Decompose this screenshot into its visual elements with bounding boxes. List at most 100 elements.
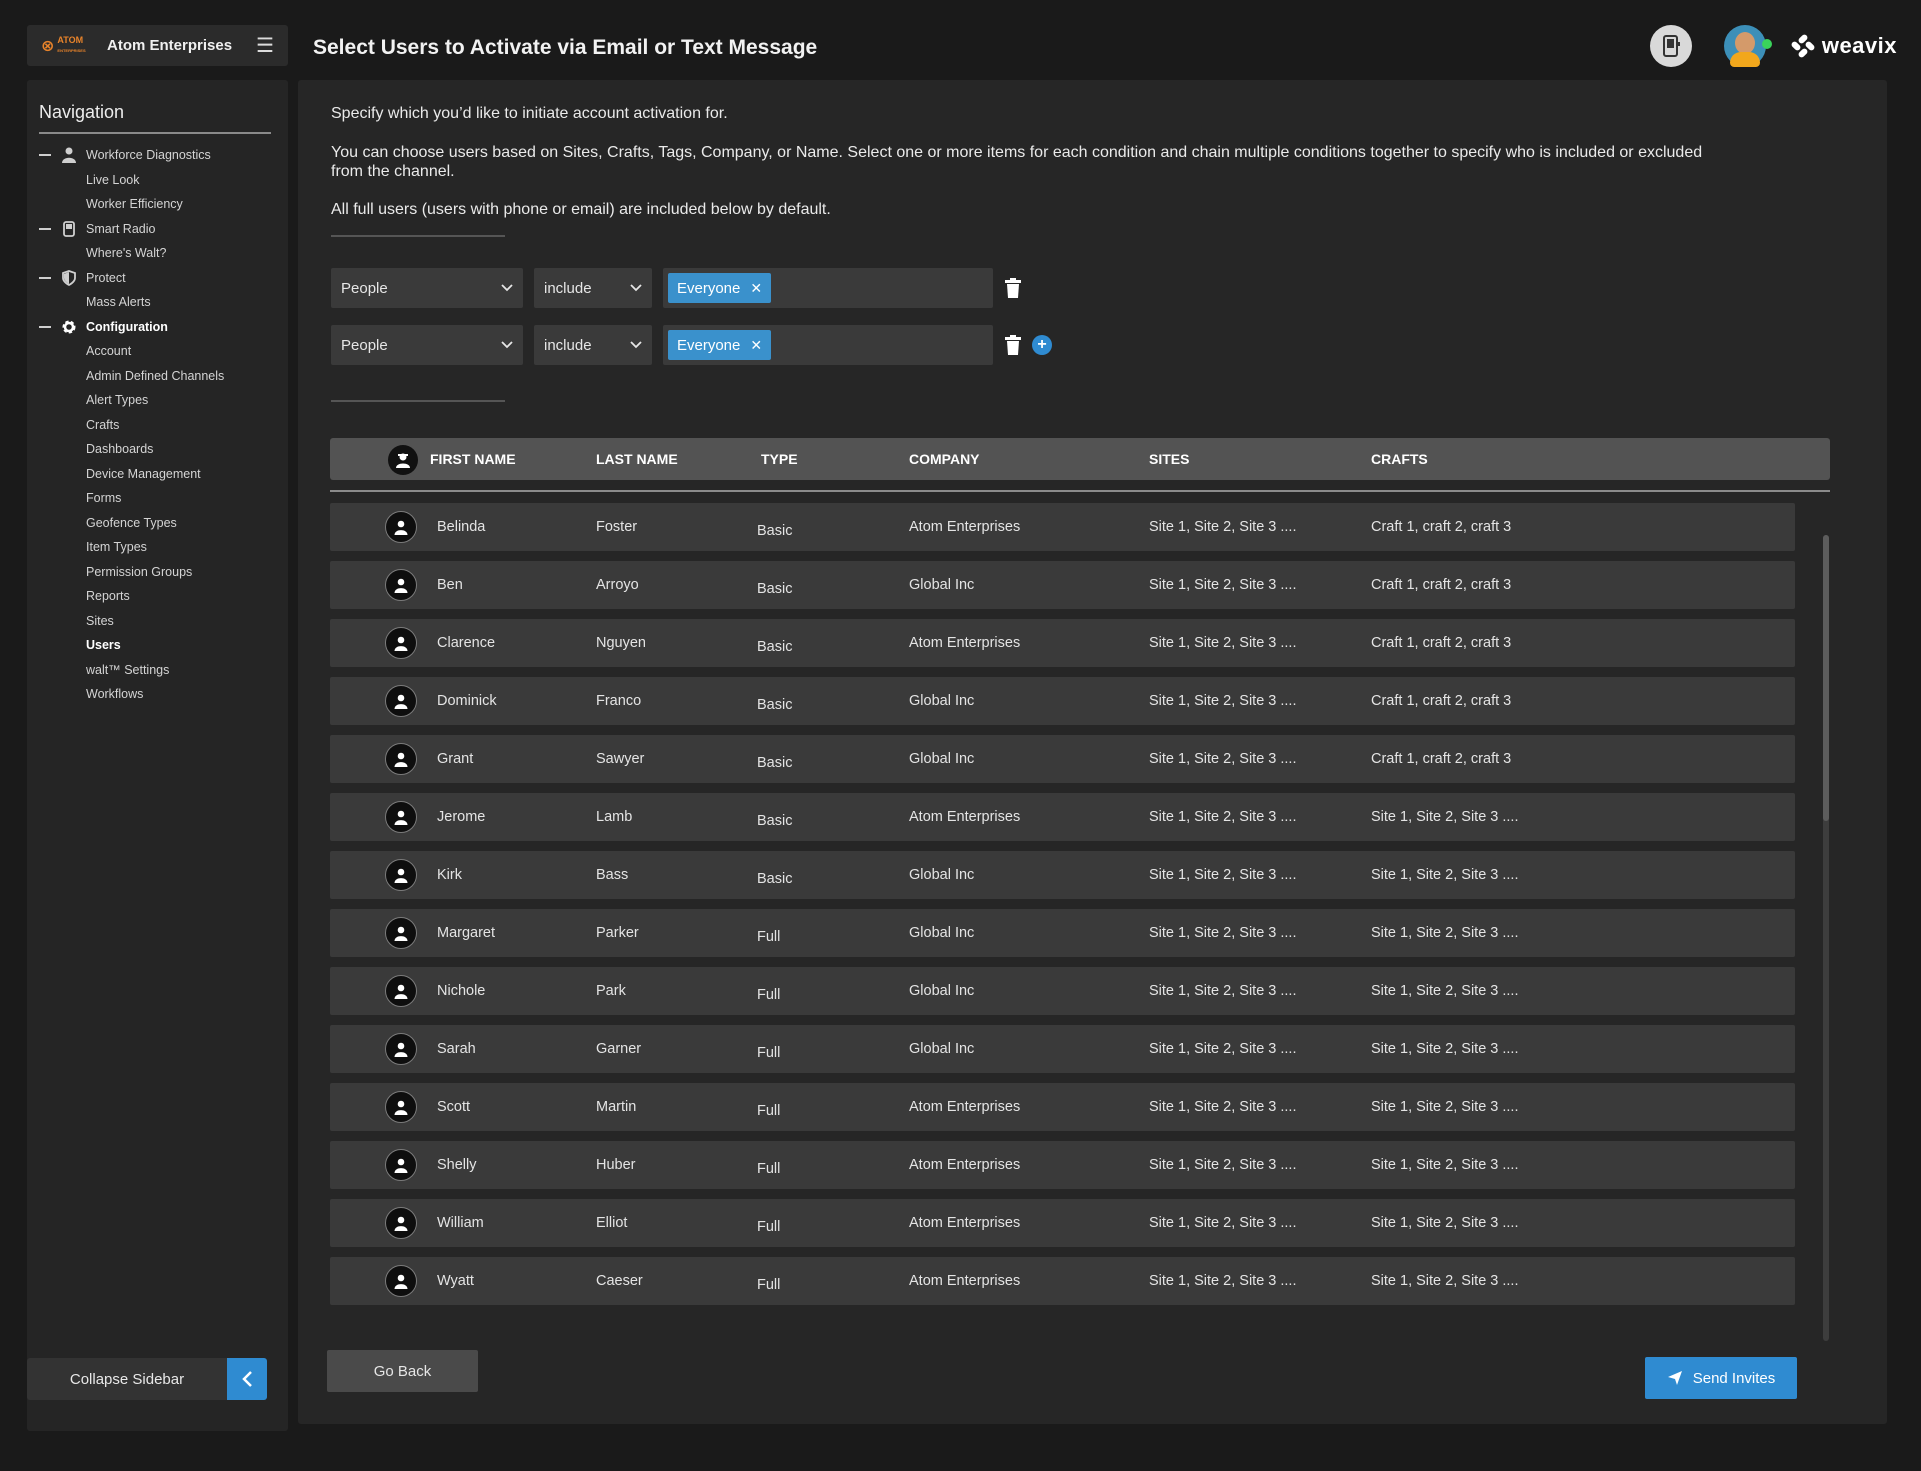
table-row[interactable]: Shelly Huber Full Atom Enterprises Site 1, S… [330,1141,1795,1189]
table-row[interactable]: Wyatt Caeser Full Atom Enterprises Site 1, S… [330,1257,1795,1305]
user-avatar[interactable] [1723,25,1772,67]
filter-tag-label: Everyone [677,336,741,354]
sidebar-item-walt-settings[interactable]: walt™ Settings [27,658,288,683]
filter-values-input[interactable]: Everyone ✕ [663,325,993,365]
sidebar-item-configuration[interactable]: Configuration [27,315,288,340]
filter-mode-value: include [544,279,592,297]
user-avatar-icon [385,569,417,601]
table-row[interactable]: Belinda Foster Basic Atom Enterprises Site 1… [330,503,1795,551]
sidebar-item-users[interactable]: Users [27,633,288,658]
table-row[interactable]: Scott Martin Full Atom Enterprises Site 1, S… [330,1083,1795,1131]
plus-icon: + [1037,336,1047,353]
table-row[interactable]: Margaret Parker Full Global Inc Site 1, Site… [330,909,1795,957]
sidebar-item-workforce-diagnostics[interactable]: Workforce Diagnostics [27,143,288,168]
collapse-sidebar-button[interactable] [227,1358,267,1400]
sidebar-item-device-management[interactable]: Device Management [27,462,288,487]
sidebar-item-worker-efficiency[interactable]: Worker Efficiency [27,192,288,217]
cell-sites: Site 1, Site 2, Site 3 .... [1149,1041,1297,1057]
cell-sites: Site 1, Site 2, Site 3 .... [1149,519,1297,535]
go-back-button[interactable]: Go Back [327,1350,478,1392]
page-title: Select Users to Activate via Email or Te… [313,36,818,59]
user-avatar-icon [385,743,417,775]
sidebar-item-sites[interactable]: Sites [27,609,288,634]
cell-sites: Site 1, Site 2, Site 3 .... [1149,1273,1297,1289]
delete-condition-button[interactable] [1004,335,1022,355]
org-switcher[interactable]: ⊗ ATOM ENTERPRISES Atom Enterprises ☰ [27,25,288,66]
table-row[interactable]: Sarah Garner Full Global Inc Site 1, Site 2,… [330,1025,1795,1073]
remove-tag-icon[interactable]: ✕ [750,337,762,354]
filter-mode-select[interactable]: include [534,325,652,365]
sidebar-item-reports[interactable]: Reports [27,584,288,609]
hamburger-icon[interactable]: ☰ [256,36,274,56]
cell-company: Global Inc [909,1041,975,1057]
sidebar-item-geofence-types[interactable]: Geofence Types [27,511,288,536]
column-header-crafts[interactable]: CRAFTS [1371,438,1428,480]
mobile-device-button[interactable] [1649,25,1692,67]
sidebar-item-label: Where's Walt? [86,246,167,261]
table-row[interactable]: Grant Sawyer Basic Global Inc Site 1, Site 2… [330,735,1795,783]
sidebar-item-crafts[interactable]: Crafts [27,413,288,438]
collapse-group-icon[interactable] [39,154,51,157]
chevron-down-icon [630,284,642,292]
sidebar-item-where-s-walt[interactable]: Where's Walt? [27,241,288,266]
sidebar-item-item-types[interactable]: Item Types [27,535,288,560]
remove-tag-icon[interactable]: ✕ [750,280,762,297]
filter-values-input[interactable]: Everyone ✕ [663,268,993,308]
radio-icon [61,220,77,237]
table-row[interactable]: Dominick Franco Basic Global Inc Site 1, Sit… [330,677,1795,725]
table-scrollbar-thumb[interactable] [1823,535,1829,821]
cell-first-name: Belinda [437,519,486,535]
delete-condition-button[interactable] [1004,278,1022,298]
cell-last-name: Lamb [596,809,633,825]
table-row[interactable]: Nichole Park Full Global Inc Site 1, Site 2,… [330,967,1795,1015]
sidebar-item-label: Crafts [86,417,120,432]
collapse-group-icon[interactable] [39,227,51,230]
collapse-group-icon[interactable] [39,325,51,328]
add-condition-button[interactable]: + [1032,335,1052,355]
sidebar-item-mass-alerts[interactable]: Mass Alerts [27,290,288,315]
sidebar-item-protect[interactable]: Protect [27,266,288,291]
filter-field-select[interactable]: People [331,268,523,308]
table-row[interactable]: Jerome Lamb Basic Atom Enterprises Site 1, S… [330,793,1795,841]
filter-mode-value: include [544,336,592,354]
weavix-logo-text: weavix [1821,33,1897,58]
sidebar-item-dashboards[interactable]: Dashboards [27,437,288,462]
user-avatar-icon [385,975,417,1007]
user-avatar-icon [385,1091,417,1123]
send-invites-button[interactable]: Send Invites [1645,1357,1797,1399]
collapse-sidebar-label[interactable]: Collapse Sidebar [27,1358,227,1400]
sidebar-item-workflows[interactable]: Workflows [27,682,288,707]
sidebar-item-smart-radio[interactable]: Smart Radio [27,217,288,242]
sidebar-item-label: Dashboards [86,442,154,457]
collapse-group-icon[interactable] [39,276,51,279]
column-header-first-name[interactable]: FIRST NAME [430,438,516,480]
table-scrollbar[interactable] [1823,535,1829,1341]
column-header-type[interactable]: TYPE [761,438,798,480]
sidebar-item-admin-defined-channels[interactable]: Admin Defined Channels [27,364,288,389]
column-header-company[interactable]: COMPANY [909,438,980,480]
column-header-sites[interactable]: SITES [1149,438,1189,480]
cell-first-name: Scott [437,1099,471,1115]
sidebar-item-account[interactable]: Account [27,339,288,364]
sidebar-item-label: walt™ Settings [86,662,170,677]
sidebar-item-alert-types[interactable]: Alert Types [27,388,288,413]
table-row[interactable]: Ben Arroyo Basic Global Inc Site 1, Site 2, … [330,561,1795,609]
cell-type: Basic [757,755,793,771]
filter-field-select[interactable]: People [331,325,523,365]
sidebar-item-live-look[interactable]: Live Look [27,168,288,193]
sidebar-item-permission-groups[interactable]: Permission Groups [27,560,288,585]
table-header-divider [330,490,1830,492]
cell-first-name: Ben [437,577,463,593]
table-row[interactable]: Kirk Bass Basic Global Inc Site 1, Site 2, S… [330,851,1795,899]
section-divider [331,400,505,402]
collapse-sidebar[interactable]: Collapse Sidebar [27,1358,267,1400]
table-row[interactable]: William Elliot Full Atom Enterprises Site 1,… [330,1199,1795,1247]
column-header-last-name[interactable]: LAST NAME [596,438,678,480]
filter-mode-select[interactable]: include [534,268,652,308]
sidebar-item-forms[interactable]: Forms [27,486,288,511]
description-conditions: You can choose users based on Sites, Cra… [331,144,1703,180]
send-invites-label: Send Invites [1692,1369,1776,1387]
cell-first-name: Kirk [437,867,462,883]
table-row[interactable]: Clarence Nguyen Basic Atom Enterprises Site … [330,619,1795,667]
cell-last-name: Garner [596,1041,642,1057]
